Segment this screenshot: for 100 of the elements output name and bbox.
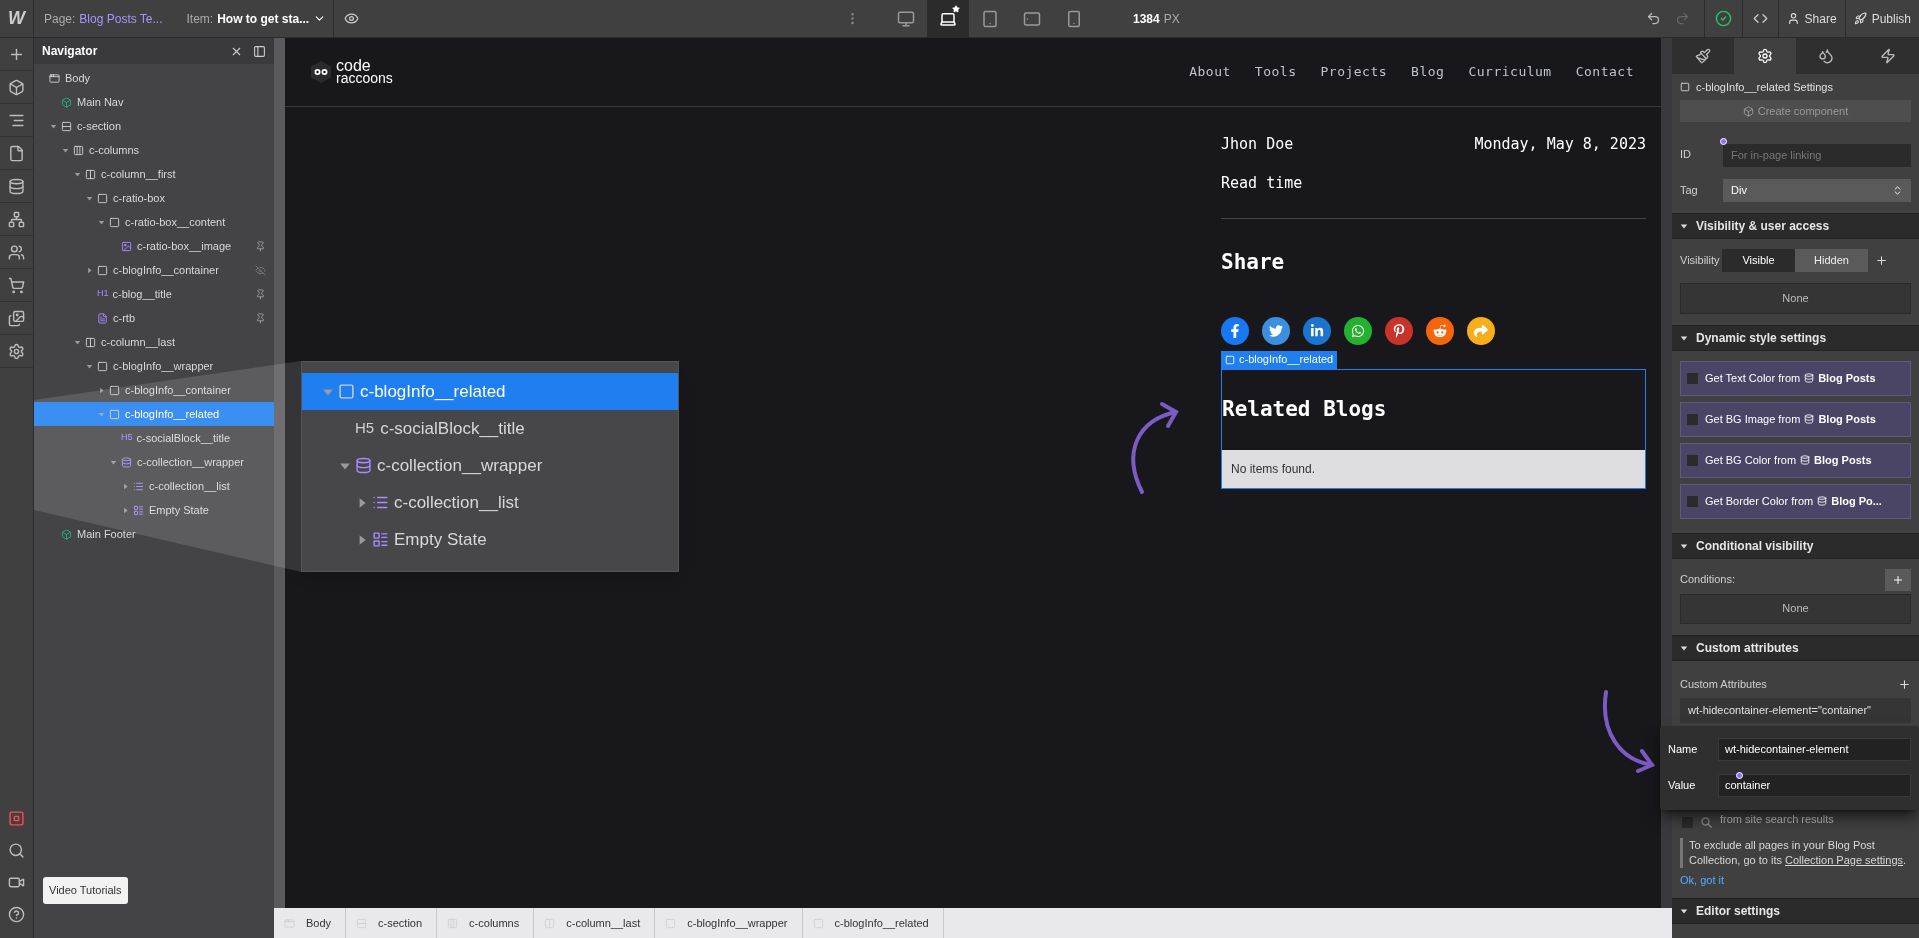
panel-tab[interactable]: [1733, 38, 1796, 74]
database-icon[interactable]: [8, 177, 25, 195]
nav-link[interactable]: Tools: [1254, 62, 1297, 82]
publish-button[interactable]: Publish: [1844, 0, 1919, 37]
preview-icon[interactable]: [344, 11, 359, 26]
breadcrumb-item[interactable]: c-column__last: [534, 908, 656, 938]
site-logo[interactable]: code raccoons: [310, 59, 393, 85]
navigator-item[interactable]: c-column__first: [34, 162, 274, 186]
eye-off-icon[interactable]: [255, 264, 266, 276]
breadcrumb-item[interactable]: Body: [274, 908, 347, 938]
nav-link[interactable]: Contact: [1575, 62, 1634, 82]
saved-status-icon[interactable]: [1714, 10, 1732, 27]
cube-icon[interactable]: [8, 78, 25, 96]
navigator-item[interactable]: c-ratio-box: [34, 186, 274, 210]
section-header[interactable]: Editor settings: [1672, 898, 1919, 924]
whatsapp-icon[interactable]: [1344, 316, 1372, 345]
caret-icon[interactable]: [122, 506, 129, 514]
tag-select[interactable]: Div: [1723, 178, 1911, 202]
navigator-item[interactable]: c-blogInfo__container: [34, 378, 274, 402]
caret-icon[interactable]: [98, 386, 105, 394]
checkbox[interactable]: [1687, 413, 1698, 425]
navigator-item[interactable]: c-column__last: [34, 330, 274, 354]
checkbox[interactable]: [1687, 372, 1698, 384]
caret-icon[interactable]: [74, 170, 81, 178]
dynamic-style-row[interactable]: Get BG Image from Blog Posts: [1680, 401, 1911, 437]
add-icon[interactable]: [1898, 678, 1911, 691]
nav-link[interactable]: Projects: [1320, 62, 1388, 82]
checkbox[interactable]: [1687, 495, 1698, 507]
section-header[interactable]: Conditional visibility: [1672, 532, 1919, 559]
name-field[interactable]: wt-hidecontainer-element: [1718, 738, 1911, 761]
pin-icon[interactable]: [255, 288, 266, 300]
segment-tab[interactable]: Visible: [1722, 248, 1795, 272]
navigator-item[interactable]: c-blogInfo__related: [302, 373, 678, 410]
facebook-icon[interactable]: [1221, 316, 1249, 345]
navigator-item[interactable]: c-collection__list: [34, 474, 274, 498]
dismiss-link[interactable]: Ok, got it: [1680, 871, 1911, 888]
dynamic-style-row[interactable]: Get Border Color from Blog Po...: [1680, 483, 1911, 519]
record-icon[interactable]: [8, 809, 25, 827]
section-header[interactable]: Visibility & user access: [1672, 212, 1919, 239]
navigator-item[interactable]: c-collection__wrapper: [302, 447, 678, 484]
page-icon[interactable]: [8, 144, 25, 162]
navigator-item[interactable]: H5 c-socialBlock__title: [34, 426, 274, 450]
nav-link[interactable]: About: [1189, 62, 1231, 82]
images-icon[interactable]: [8, 309, 25, 327]
caret-icon[interactable]: [122, 482, 129, 490]
page-name[interactable]: Blog Posts Te...: [79, 9, 163, 28]
checkbox[interactable]: [1687, 454, 1698, 466]
add-icon[interactable]: [1875, 253, 1888, 267]
navigator-item[interactable]: Body: [34, 66, 274, 90]
breadcrumb-item[interactable]: c-blogInfo__related: [802, 908, 944, 938]
app-logo[interactable]: W: [8, 5, 25, 32]
pinterest-icon[interactable]: [1385, 316, 1413, 345]
nav-link[interactable]: Curriculum: [1468, 62, 1552, 82]
navigator-item[interactable]: H5 c-socialBlock__title: [302, 410, 678, 447]
pin-icon[interactable]: [255, 240, 266, 252]
caret-icon[interactable]: [110, 458, 117, 466]
dynamic-style-row[interactable]: Get Text Color from Blog Posts: [1680, 360, 1911, 396]
attribute-row[interactable]: wt-hidecontainer-element="container": [1680, 697, 1911, 723]
breadcrumb-item[interactable]: c-columns: [437, 908, 535, 938]
caret-icon[interactable]: [74, 338, 81, 346]
caret-icon[interactable]: [86, 194, 93, 202]
users-icon[interactable]: [8, 243, 25, 261]
twitter-icon[interactable]: [1262, 316, 1290, 345]
help-icon[interactable]: [8, 905, 25, 923]
navigator-item[interactable]: c-collection__list: [302, 484, 678, 521]
flow-icon[interactable]: [8, 210, 25, 228]
caret-icon[interactable]: [62, 146, 69, 154]
navigator-item[interactable]: c-columns: [34, 138, 274, 162]
navigator-item[interactable]: Empty State: [302, 521, 678, 558]
navigator-item[interactable]: c-section: [34, 114, 274, 138]
collection-settings-link[interactable]: Collection Page settings: [1785, 853, 1903, 866]
caret-icon[interactable]: [86, 362, 93, 370]
breadcrumb-item[interactable]: c-section: [346, 908, 438, 938]
value-field[interactable]: container: [1718, 774, 1911, 797]
linkedin-icon[interactable]: [1303, 316, 1331, 345]
checkbox[interactable]: [1682, 816, 1693, 828]
navigator-item[interactable]: c-collection__wrapper: [34, 450, 274, 474]
dynamic-style-row[interactable]: Get BG Color from Blog Posts: [1680, 442, 1911, 478]
navigator-item[interactable]: H1 c-blog__title: [34, 282, 274, 306]
code-icon[interactable]: [1752, 11, 1768, 26]
navigator-item[interactable]: c-blogInfo__container: [34, 258, 274, 282]
section-header[interactable]: Custom attributes: [1672, 634, 1919, 661]
navigator-item[interactable]: Empty State: [34, 498, 274, 522]
segment-tab[interactable]: Hidden: [1795, 248, 1868, 272]
settings-icon[interactable]: [8, 342, 25, 360]
section-header[interactable]: Dynamic style settings: [1672, 324, 1919, 351]
navigator-item[interactable]: Main Nav: [34, 90, 274, 114]
breadcrumb-item[interactable]: c-blogInfo__wrapper: [655, 908, 803, 938]
item-selector[interactable]: How to get sta...: [217, 9, 327, 28]
share-button[interactable]: Share: [1777, 0, 1845, 37]
id-field[interactable]: For in-page linking: [1723, 143, 1911, 167]
caret-icon[interactable]: [50, 122, 57, 130]
nav-link[interactable]: Blog: [1411, 62, 1445, 82]
breakpoint-button[interactable]: [927, 0, 969, 37]
navigator-item[interactable]: c-blogInfo__wrapper: [34, 354, 274, 378]
undo-icon[interactable]: [1645, 11, 1661, 26]
navigator-item[interactable]: c-ratio-box__content: [34, 210, 274, 234]
navigator-item[interactable]: c-ratio-box__image: [34, 234, 274, 258]
dock-panel-icon[interactable]: [253, 44, 266, 58]
navigator-item[interactable]: c-rtb: [34, 306, 274, 330]
